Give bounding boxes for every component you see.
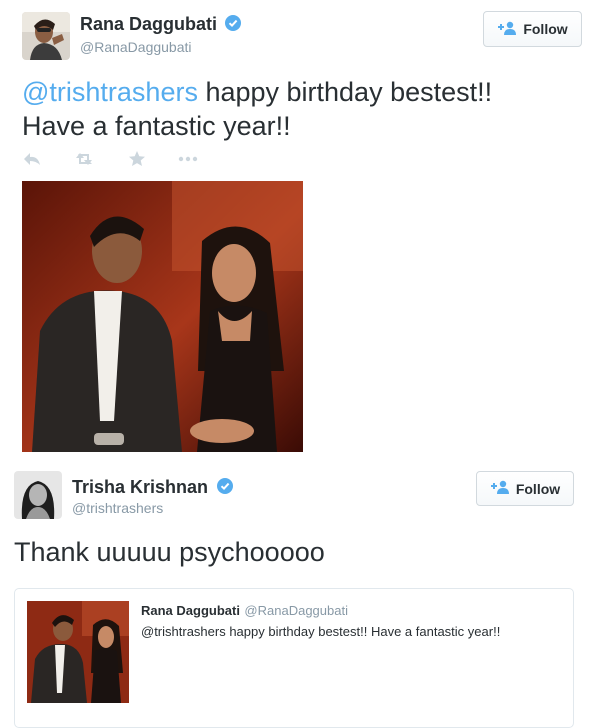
retweet-icon[interactable] xyxy=(74,150,96,173)
tweet-text-rest: happy birthday bestest!! xyxy=(197,77,493,107)
user-handle[interactable]: @trishtrashers xyxy=(72,500,163,516)
follow-button[interactable]: Follow xyxy=(476,471,574,506)
user-handle[interactable]: @RanaDaggubati xyxy=(80,39,192,55)
follow-button[interactable]: Follow xyxy=(483,11,582,47)
quoted-tweet[interactable]: Rana Daggubati @RanaDaggubati @trishtras… xyxy=(14,588,574,728)
tweet1-header: Rana Daggubati xyxy=(80,14,242,36)
quoted-header: Rana Daggubati @RanaDaggubati xyxy=(141,602,348,620)
verified-badge-icon xyxy=(225,15,242,36)
quoted-tweet-text: @trishtrashers happy birthday bestest!! … xyxy=(141,624,501,639)
tweet2-header: Trisha Krishnan xyxy=(72,477,233,499)
reply-icon[interactable] xyxy=(22,150,42,173)
follow-user-icon xyxy=(497,21,517,38)
quoted-tweet-photo[interactable] xyxy=(27,601,129,703)
user-name[interactable]: Trisha Krishnan xyxy=(72,477,208,497)
follow-user-icon xyxy=(490,480,510,497)
tweet-photo[interactable] xyxy=(22,181,303,452)
avatar-rana[interactable] xyxy=(22,12,70,60)
tweet-text: Thank uuuuu psychooooo xyxy=(14,537,325,567)
tweet-text-line2: Have a fantastic year!! xyxy=(22,111,291,141)
more-icon[interactable] xyxy=(178,150,198,173)
quoted-user-handle[interactable]: @RanaDaggubati xyxy=(244,603,348,618)
favorite-icon[interactable] xyxy=(128,150,146,173)
verified-badge-icon xyxy=(216,478,233,499)
follow-label: Follow xyxy=(523,21,568,37)
tweet-text: @trishtrashers happy birthday bestest!! … xyxy=(22,75,582,143)
avatar-trisha[interactable] xyxy=(14,471,62,519)
quoted-user-name[interactable]: Rana Daggubati xyxy=(141,603,240,618)
mention-link[interactable]: @trishtrashers xyxy=(22,77,198,107)
follow-label: Follow xyxy=(515,480,561,497)
user-name[interactable]: Rana Daggubati xyxy=(80,14,217,34)
